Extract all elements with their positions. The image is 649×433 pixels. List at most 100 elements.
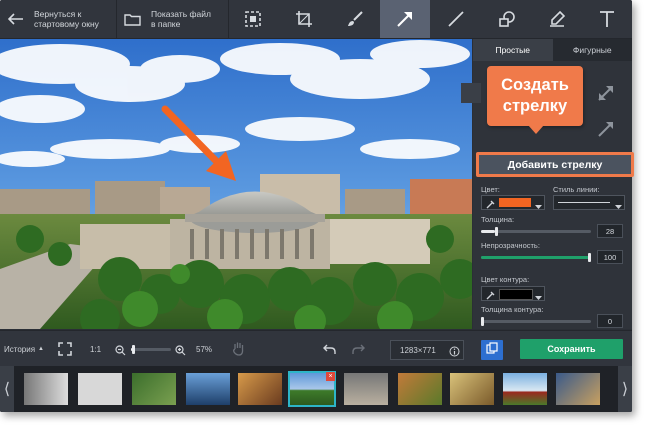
add-arrow-button[interactable]: Добавить стрелку <box>479 155 631 174</box>
zoom-out-icon <box>115 343 126 360</box>
close-icon[interactable]: × <box>326 372 335 381</box>
color-picker[interactable] <box>481 195 545 210</box>
zoom-slider-thumb[interactable] <box>132 345 135 354</box>
zoom-level: 57% <box>196 344 213 354</box>
image-dimensions-box: 1283×771 <box>390 340 464 360</box>
crop-icon <box>295 10 313 28</box>
filmstrip-prev-button[interactable]: ⟨ <box>0 366 14 412</box>
chevron-right-icon: ⟩ <box>621 381 629 398</box>
copy-button[interactable] <box>481 340 503 360</box>
thickness-slider[interactable] <box>481 227 591 236</box>
outline-thickness-value[interactable]: 0 <box>597 314 623 328</box>
arrow-type-tabs: Простые Фигурные <box>473 39 632 61</box>
add-arrow-highlight: Добавить стрелку <box>476 152 634 177</box>
history-button[interactable]: История ▲ <box>4 331 44 367</box>
callout-line-1: Создать <box>501 76 569 94</box>
back-to-start-label: Вернуться к стартовому окну <box>34 9 99 29</box>
actual-size-button[interactable]: 1:1 <box>90 331 101 367</box>
line-tool-button[interactable] <box>432 0 480 38</box>
thumbnail-6-selected[interactable]: × <box>288 371 336 407</box>
line-style-select[interactable] <box>553 195 625 210</box>
outline-color-picker[interactable] <box>481 286 545 301</box>
line-icon <box>447 10 465 28</box>
arrow-color-swatch <box>499 198 531 207</box>
chevron-left-icon: ⟨ <box>3 381 11 398</box>
outline-thickness-slider[interactable] <box>481 317 591 326</box>
show-file-in-folder-button[interactable]: Показать файл в папке <box>124 0 224 38</box>
arrow-tool-button[interactable] <box>380 0 430 38</box>
thumbnail-4[interactable] <box>186 373 230 405</box>
opera-theatre-photo <box>0 39 472 329</box>
outline-color-swatch <box>499 289 533 300</box>
thickness-slider-thumb[interactable] <box>495 227 498 236</box>
app-window: Вернуться к стартовому окну Показать фай… <box>0 0 632 412</box>
callout-pointer <box>528 125 544 134</box>
eyedropper-icon <box>485 288 496 306</box>
arrow-preset-0[interactable] <box>461 83 481 103</box>
redo-button[interactable] <box>352 342 365 360</box>
highlighter-tool-button[interactable] <box>533 0 581 38</box>
opacity-value[interactable]: 100 <box>597 250 623 264</box>
eyedropper-icon <box>485 197 496 215</box>
chevron-up-icon: ▲ <box>38 346 44 352</box>
thumbnail-7[interactable] <box>344 373 388 405</box>
highlighter-icon <box>548 10 566 28</box>
brush-tool-button[interactable] <box>331 0 379 38</box>
show-file-label: Показать файл в папке <box>151 9 211 29</box>
pan-tool-button[interactable] <box>232 341 245 361</box>
opacity-slider-thumb[interactable] <box>588 253 591 262</box>
filmstrip-next-button[interactable]: ⟩ <box>618 366 632 412</box>
expand-icon <box>58 342 72 360</box>
brush-icon <box>346 10 364 28</box>
info-icon[interactable] <box>449 344 460 362</box>
thumbnail-2[interactable] <box>78 373 122 405</box>
undo-button[interactable] <box>323 342 336 360</box>
tab-shaped[interactable]: Фигурные <box>552 39 632 61</box>
opacity-label: Непрозрачность: <box>481 241 540 250</box>
zoom-out-button[interactable] <box>115 343 126 361</box>
arrow-icon <box>396 10 414 28</box>
thickness-value[interactable]: 28 <box>597 224 623 238</box>
selection-icon <box>244 10 262 28</box>
outline-thickness-label: Толщина контура: <box>481 305 544 314</box>
select-tool-button[interactable] <box>229 0 277 38</box>
thumbnail-11[interactable] <box>556 373 600 405</box>
thumbnail-3[interactable] <box>132 373 176 405</box>
zoom-in-icon <box>175 343 186 360</box>
back-to-start-button[interactable]: Вернуться к стартовому окну <box>8 0 113 38</box>
thumbnail-5[interactable] <box>238 373 282 405</box>
chevron-down-icon <box>535 198 542 216</box>
copy-icon <box>486 341 498 359</box>
create-arrow-callout: Создать стрелку <box>487 66 583 126</box>
back-arrow-icon <box>8 13 24 25</box>
text-tool-button[interactable] <box>584 0 630 38</box>
save-button[interactable]: Сохранить <box>520 339 623 359</box>
chevron-down-icon <box>615 198 622 216</box>
shape-tool-button[interactable] <box>483 0 531 38</box>
tab-simple[interactable]: Простые <box>473 39 553 61</box>
image-canvas[interactable] <box>0 39 472 329</box>
zoom-slider[interactable] <box>131 345 171 354</box>
text-icon <box>599 10 615 28</box>
arrow-preset-1[interactable] <box>596 83 616 108</box>
zoom-in-button[interactable] <box>175 343 186 361</box>
shapes-icon <box>498 10 516 28</box>
image-dimensions: 1283×771 <box>400 345 436 355</box>
opacity-slider[interactable] <box>481 253 591 262</box>
outline-color-label: Цвет контура: <box>481 275 530 284</box>
ratio-label: 1:1 <box>90 344 102 354</box>
thumbnail-9[interactable] <box>450 373 494 405</box>
hand-icon <box>232 342 245 360</box>
outline-thickness-slider-thumb[interactable] <box>481 317 484 326</box>
fit-to-window-button[interactable] <box>58 342 72 361</box>
solid-line-preview <box>558 202 610 203</box>
redo-icon <box>352 342 365 359</box>
folder-icon <box>124 13 141 26</box>
crop-tool-button[interactable] <box>280 0 328 38</box>
thumbnail-10[interactable] <box>503 373 547 405</box>
thumbnail-8[interactable] <box>398 373 442 405</box>
color-label: Цвет: <box>481 185 500 194</box>
thumbnail-1[interactable] <box>24 373 68 405</box>
top-toolbar: Вернуться к стартовому окну Показать фай… <box>0 0 632 39</box>
arrow-preset-2[interactable] <box>596 119 616 144</box>
